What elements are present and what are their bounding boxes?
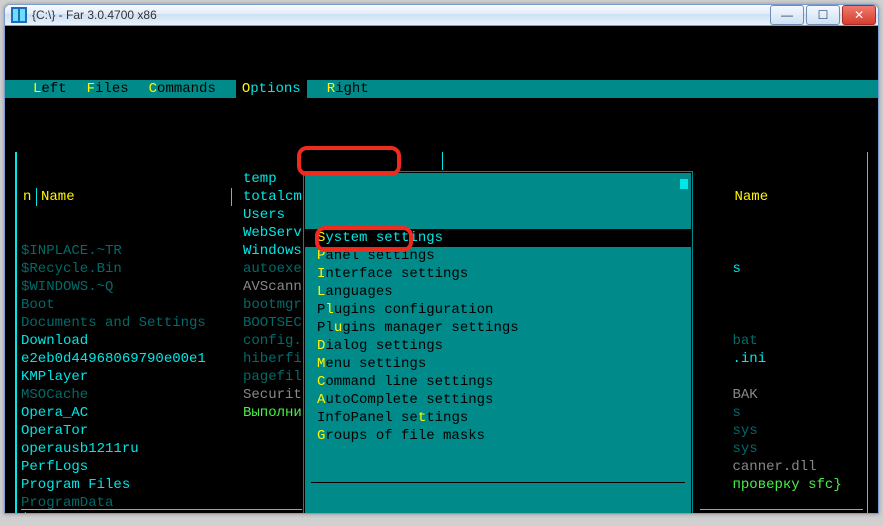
menu-item[interactable]: AutoComplete settings [305,391,691,409]
file-row[interactable]: sys [733,422,864,440]
minimize-button[interactable]: — [770,5,804,25]
file-row[interactable]: s [733,260,864,278]
file-row[interactable]: canner.dll [733,458,864,476]
col-header-name: Name [37,188,232,206]
file-row[interactable]: BOOTSEC [243,314,302,332]
status-name: $INPLACE.~TR [21,510,122,514]
file-row[interactable] [733,296,864,314]
menubar: Left Files Commands Options Right [5,80,878,98]
menu-files[interactable]: Files [87,80,129,98]
titlebar[interactable]: {C:\} - Far 3.0.4700 x86 — ☐ ✕ [5,5,878,26]
maximize-button[interactable]: ☐ [806,5,840,25]
menu-item[interactable]: InfoPanel settings [305,409,691,427]
status-date: 1.07.16 14:41 [754,510,863,514]
menu-right[interactable]: Right [327,80,369,98]
menu-left[interactable]: Left [33,80,67,98]
menu-options[interactable]: Options [236,80,307,98]
scrollbar-thumb[interactable] [680,179,688,189]
terminal-area: Left Files Commands Options Right n Name $IN… [5,26,878,514]
menu-commands[interactable]: Commands [149,80,216,98]
file-row[interactable]: .ini [733,350,864,368]
file-row[interactable]: config. [243,332,302,350]
file-row[interactable]: temp [243,170,302,188]
menu-item[interactable]: Command line settings [305,373,691,391]
file-row[interactable]: sys [733,440,864,458]
file-row[interactable]: autoexe [243,260,302,278]
col-header-n: n [19,188,37,206]
file-row[interactable]: Securit [243,386,302,404]
file-row[interactable]: pagefil [243,368,302,386]
file-row[interactable]: BAK [733,386,864,404]
menu-item[interactable]: Plugins configuration [305,301,691,319]
file-row[interactable] [733,242,864,260]
file-row[interactable]: WebServ [243,224,302,242]
options-dropdown: System settingsPanel settingsInterface s… [302,170,694,514]
file-row[interactable]: Windows [243,242,302,260]
file-row[interactable]: bat [733,332,864,350]
menu-item[interactable]: Panel settings [305,247,691,265]
left-panel-col2: temptotalcmUsersWebServWindowsautoexeAVS… [243,170,302,422]
file-row[interactable]: Выполни [243,404,302,422]
menu-item[interactable]: Languages [305,283,691,301]
menu-item[interactable]: System settings [305,229,691,247]
app-icon [11,7,27,23]
menu-item[interactable]: Menu settings [305,355,691,373]
file-row[interactable]: AVScann [243,278,302,296]
file-row[interactable]: s [733,404,864,422]
window-title: {C:\} - Far 3.0.4700 x86 [32,8,770,22]
file-row[interactable] [733,368,864,386]
menu-item[interactable]: Dialog settings [305,337,691,355]
app-window: {C:\} - Far 3.0.4700 x86 — ☐ ✕ Left Files… [4,4,879,514]
file-row[interactable]: bootmgr [243,296,302,314]
file-row[interactable] [733,278,864,296]
menu-item[interactable]: Groups of file masks [305,427,691,445]
file-row[interactable] [733,314,864,332]
menu-item[interactable]: Plugins manager settings [305,319,691,337]
file-row[interactable]: hiberfi [243,350,302,368]
file-row[interactable]: проверку sfc} [733,476,864,494]
file-row[interactable]: Users [243,206,302,224]
close-button[interactable]: ✕ [842,5,876,25]
file-row[interactable]: totalcm [243,188,302,206]
menu-item[interactable]: Interface settings [305,265,691,283]
